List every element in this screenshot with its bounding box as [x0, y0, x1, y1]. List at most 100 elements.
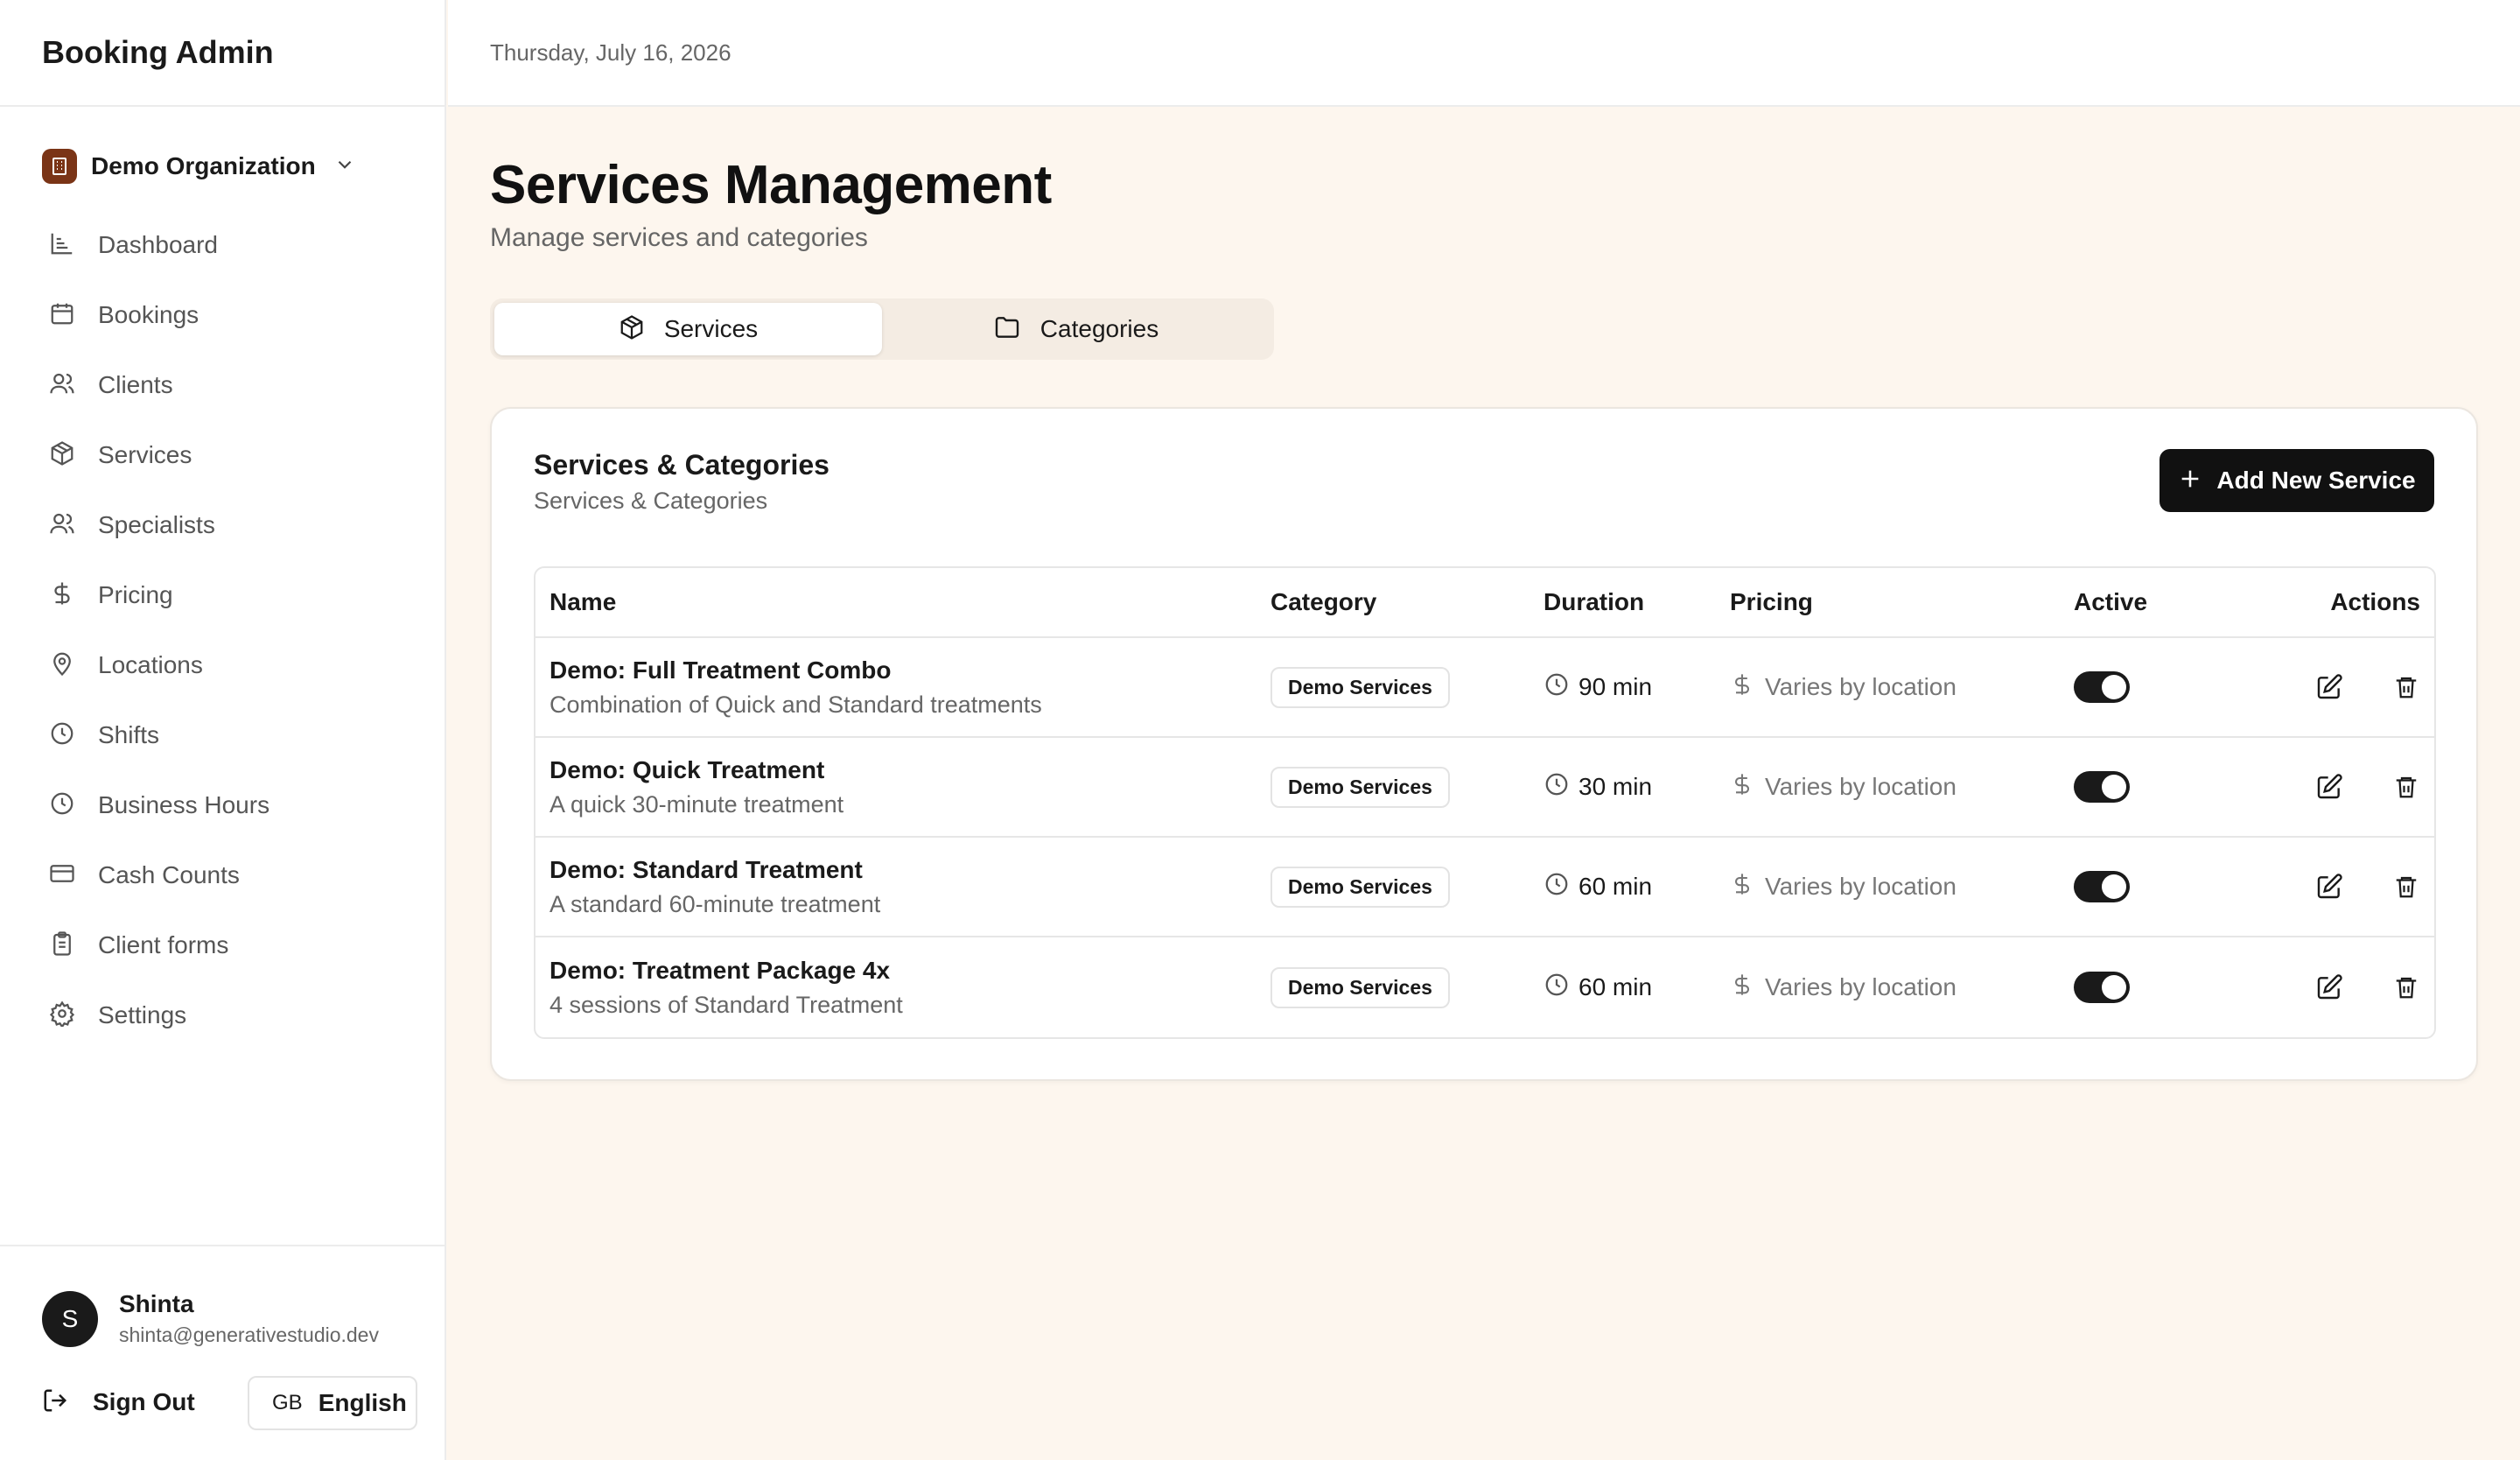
service-description: A standard 60-minute treatment: [550, 890, 881, 917]
flag-gb-icon: GB: [272, 1391, 303, 1414]
tab-categories[interactable]: Categories: [882, 303, 1270, 355]
toggle-knob: [2102, 975, 2126, 1000]
trash-icon[interactable]: [2392, 973, 2420, 1001]
services-card: Services & Categories Services & Categor…: [490, 407, 2478, 1081]
service-pricing: Varies by location: [1765, 673, 1956, 700]
clock-icon: [1544, 972, 1570, 1004]
trash-icon[interactable]: [2392, 773, 2420, 801]
org-switcher[interactable]: Demo Organization: [42, 145, 444, 187]
sidebar-item-shifts[interactable]: Shifts: [0, 700, 444, 770]
sidebar-item-locations[interactable]: Locations: [0, 630, 444, 700]
sidebar-footer: S Shinta shinta@generativestudio.dev Sig…: [0, 1245, 444, 1460]
category-badge: Demo Services: [1270, 966, 1450, 1008]
service-name: Demo: Treatment Package 4x: [550, 956, 891, 984]
dollar-icon: [1730, 772, 1754, 803]
toggle-knob: [2102, 874, 2126, 899]
current-date: Thursday, July 16, 2026: [490, 39, 732, 66]
active-toggle[interactable]: [2074, 671, 2130, 703]
clipboard-icon: [49, 930, 75, 961]
language-label: English: [318, 1389, 407, 1416]
sidebar-item-label: Specialists: [98, 511, 215, 538]
app-title: Booking Admin: [0, 0, 444, 107]
edit-icon[interactable]: [2315, 773, 2343, 801]
active-toggle[interactable]: [2074, 972, 2130, 1003]
edit-icon[interactable]: [2315, 673, 2343, 701]
sign-out-button[interactable]: Sign Out: [42, 1376, 195, 1428]
sidebar-item-label: Client forms: [98, 931, 229, 958]
package-icon: [49, 440, 75, 471]
dollar-icon: [1730, 672, 1754, 703]
header-category: Category: [1270, 588, 1377, 615]
tab-label: Categories: [1040, 315, 1159, 342]
sidebar-nav: Dashboard Bookings Clients Services Spec…: [0, 210, 444, 1050]
services-table: Name Category Duration Pricing Active Ac…: [534, 566, 2436, 1039]
main-content: Services Management Manage services and …: [490, 107, 2478, 1081]
sidebar-item-label: Settings: [98, 1001, 187, 1028]
service-duration: 90 min: [1578, 673, 1653, 700]
clock-icon: [49, 720, 75, 751]
package-icon: [619, 314, 645, 345]
plus-icon: [2178, 467, 2202, 495]
table-row: Demo: Quick Treatment A quick 30-minute …: [536, 738, 2434, 838]
sidebar-item-label: Pricing: [98, 581, 173, 608]
sidebar-item-specialists[interactable]: Specialists: [0, 490, 444, 560]
clock-icon: [49, 790, 75, 821]
org-name: Demo Organization: [91, 152, 316, 179]
sidebar-item-bookings[interactable]: Bookings: [0, 280, 444, 350]
sidebar-item-label: Clients: [98, 371, 173, 398]
chevron-down-icon: [333, 153, 356, 180]
chart-icon: [49, 230, 75, 261]
service-description: 4 sessions of Standard Treatment: [550, 991, 903, 1018]
card-title: Services & Categories: [534, 449, 830, 481]
sidebar-item-settings[interactable]: Settings: [0, 980, 444, 1050]
users-icon: [49, 370, 75, 401]
sidebar-item-clients[interactable]: Clients: [0, 350, 444, 420]
sidebar: Booking Admin Demo Organization Dashboar…: [0, 0, 446, 1460]
toggle-knob: [2102, 675, 2126, 699]
service-name: Demo: Standard Treatment: [550, 855, 863, 883]
service-name: Demo: Quick Treatment: [550, 755, 825, 783]
header-actions: Actions: [2330, 588, 2420, 615]
add-new-service-label: Add New Service: [2216, 467, 2416, 494]
sidebar-item-cash-counts[interactable]: Cash Counts: [0, 840, 444, 910]
folder-icon: [993, 313, 1021, 346]
active-toggle[interactable]: [2074, 771, 2130, 803]
page-title: Services Management: [490, 155, 1052, 215]
add-new-service-button[interactable]: Add New Service: [2160, 449, 2434, 512]
service-description: A quick 30-minute treatment: [550, 790, 844, 818]
dollar-icon: [1730, 872, 1754, 902]
avatar: S: [42, 1290, 98, 1347]
sidebar-item-label: Shifts: [98, 721, 160, 748]
table-header: Name Category Duration Pricing Active Ac…: [536, 568, 2434, 638]
trash-icon[interactable]: [2392, 673, 2420, 701]
clock-icon: [1544, 771, 1570, 804]
sidebar-item-pricing[interactable]: Pricing: [0, 560, 444, 630]
language-selector[interactable]: GB English: [248, 1376, 417, 1430]
sidebar-item-client-forms[interactable]: Client forms: [0, 910, 444, 980]
edit-icon[interactable]: [2315, 973, 2343, 1001]
trash-icon[interactable]: [2392, 873, 2420, 901]
map-pin-icon: [49, 650, 75, 681]
user-email: shinta@generativestudio.dev: [119, 1323, 379, 1346]
page-subtitle: Manage services and categories: [490, 223, 868, 252]
user-profile: S Shinta shinta@generativestudio.dev: [42, 1290, 379, 1347]
active-toggle[interactable]: [2074, 871, 2130, 902]
log-out-icon: [42, 1387, 68, 1418]
tab-services[interactable]: Services: [494, 303, 882, 355]
table-row: Demo: Full Treatment Combo Combination o…: [536, 638, 2434, 738]
sidebar-item-dashboard[interactable]: Dashboard: [0, 210, 444, 280]
credit-card-icon: [49, 860, 75, 891]
service-duration: 60 min: [1578, 873, 1653, 900]
dollar-icon: [1730, 972, 1754, 1003]
table-row: Demo: Standard Treatment A standard 60-m…: [536, 838, 2434, 937]
edit-icon[interactable]: [2315, 873, 2343, 901]
category-badge: Demo Services: [1270, 666, 1450, 708]
header-active: Active: [2074, 588, 2148, 615]
header-duration: Duration: [1544, 588, 1645, 615]
service-name: Demo: Full Treatment Combo: [550, 656, 892, 684]
service-duration: 30 min: [1578, 773, 1653, 800]
sidebar-item-business-hours[interactable]: Business Hours: [0, 770, 444, 840]
sidebar-item-services[interactable]: Services: [0, 420, 444, 490]
service-description: Combination of Quick and Standard treatm…: [550, 691, 1042, 718]
header-name: Name: [550, 588, 617, 615]
